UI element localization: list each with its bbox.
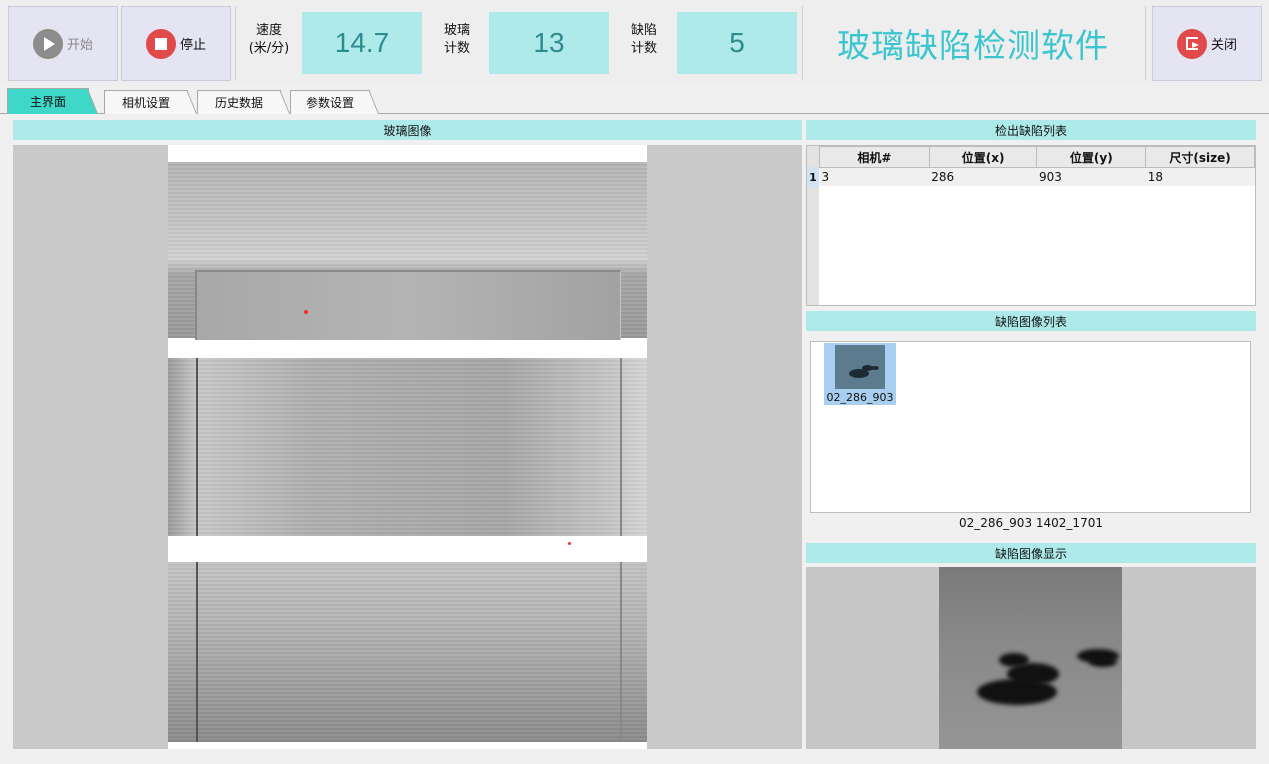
divider [235, 6, 236, 80]
selected-image-caption: 02_286_903 1402_1701 [959, 516, 1103, 530]
glass-edge [196, 358, 198, 536]
defect-grid: 相机# 位置(x) 位置(y) 尺寸(size) 3 286 903 18 [819, 146, 1255, 187]
column-header[interactable]: 尺寸(size) [1145, 146, 1255, 168]
tab-bar: 主界面 相机设置 历史数据 参数设置 [0, 88, 1269, 114]
start-button[interactable]: 开始 [8, 6, 118, 81]
defect-count-label: 缺陷 计数 [630, 23, 657, 56]
glass-scan-strip [168, 162, 647, 340]
glass-count-value: 13 [489, 12, 609, 74]
defect-marker [568, 542, 571, 545]
close-button[interactable]: 关闭 [1152, 6, 1262, 81]
glass-edge [196, 562, 198, 742]
table-row[interactable]: 3 286 903 18 [819, 167, 1255, 187]
column-header[interactable]: 位置(x) [928, 146, 1038, 168]
tab-main[interactable]: 主界面 [7, 88, 89, 114]
glass-scan-strip [168, 358, 647, 536]
defect-image-list-header: 缺陷图像列表 [806, 311, 1256, 331]
tab-camera-settings[interactable]: 相机设置 [104, 90, 188, 114]
glass-image-header: 玻璃图像 [13, 120, 802, 140]
glass-edge [620, 562, 622, 742]
glass-scan-strip [168, 562, 647, 742]
defect-display-header: 缺陷图像显示 [806, 543, 1256, 563]
stop-button[interactable]: 停止 [121, 6, 231, 81]
stop-icon [145, 28, 176, 59]
table-header-row: 相机# 位置(x) 位置(y) 尺寸(size) [819, 146, 1255, 168]
column-header[interactable]: 位置(y) [1036, 146, 1147, 168]
defect-image-list: 02_286_903 [810, 341, 1251, 513]
cell-size[interactable]: 18 [1145, 167, 1255, 187]
glass-count-label: 玻璃 计数 [443, 23, 470, 56]
divider [802, 6, 803, 80]
tab-camera-settings-label: 相机设置 [121, 96, 170, 110]
list-item[interactable]: 02_286_903 [824, 343, 896, 405]
defect-list-header: 检出缺陷列表 [806, 120, 1256, 140]
tab-history[interactable]: 历史数据 [197, 90, 281, 114]
exit-icon [1176, 28, 1207, 59]
tab-main-label: 主界面 [29, 95, 66, 109]
thumbnail-label: 02_286_903 [824, 391, 896, 405]
tab-parameters-label: 参数设置 [305, 96, 354, 110]
speed-value: 14.7 [302, 12, 422, 74]
row-number[interactable]: 1 [807, 167, 819, 187]
toolbar: 开始 停止 速度 (米/分) 14.7 玻璃 计数 13 缺陷 计数 5 玻璃缺陷检测… [0, 0, 1269, 86]
close-button-label: 关闭 [1210, 38, 1237, 53]
start-button-label: 开始 [66, 38, 93, 53]
divider [1145, 6, 1146, 80]
cell-y[interactable]: 903 [1036, 167, 1146, 187]
tab-history-label: 历史数据 [214, 96, 263, 110]
speed-label: 速度 (米/分) [248, 23, 290, 56]
glass-frame [195, 270, 621, 340]
defect-thumbnail [824, 343, 896, 391]
app-title: 玻璃缺陷检测软件 [837, 26, 1109, 65]
cell-x[interactable]: 286 [929, 167, 1037, 187]
tab-parameters[interactable]: 参数设置 [290, 90, 370, 114]
defect-image [939, 567, 1122, 749]
defect-table: 1 相机# 位置(x) 位置(y) 尺寸(size) 3 286 903 18 [806, 145, 1256, 306]
column-header[interactable]: 相机# [819, 146, 930, 168]
glass-edge [620, 358, 622, 536]
glass-image [168, 145, 647, 749]
stop-button-label: 停止 [179, 38, 206, 53]
play-icon [32, 28, 63, 59]
defect-count-value: 5 [677, 12, 797, 74]
cell-camera[interactable]: 3 [819, 167, 930, 187]
defect-marker [304, 310, 308, 314]
